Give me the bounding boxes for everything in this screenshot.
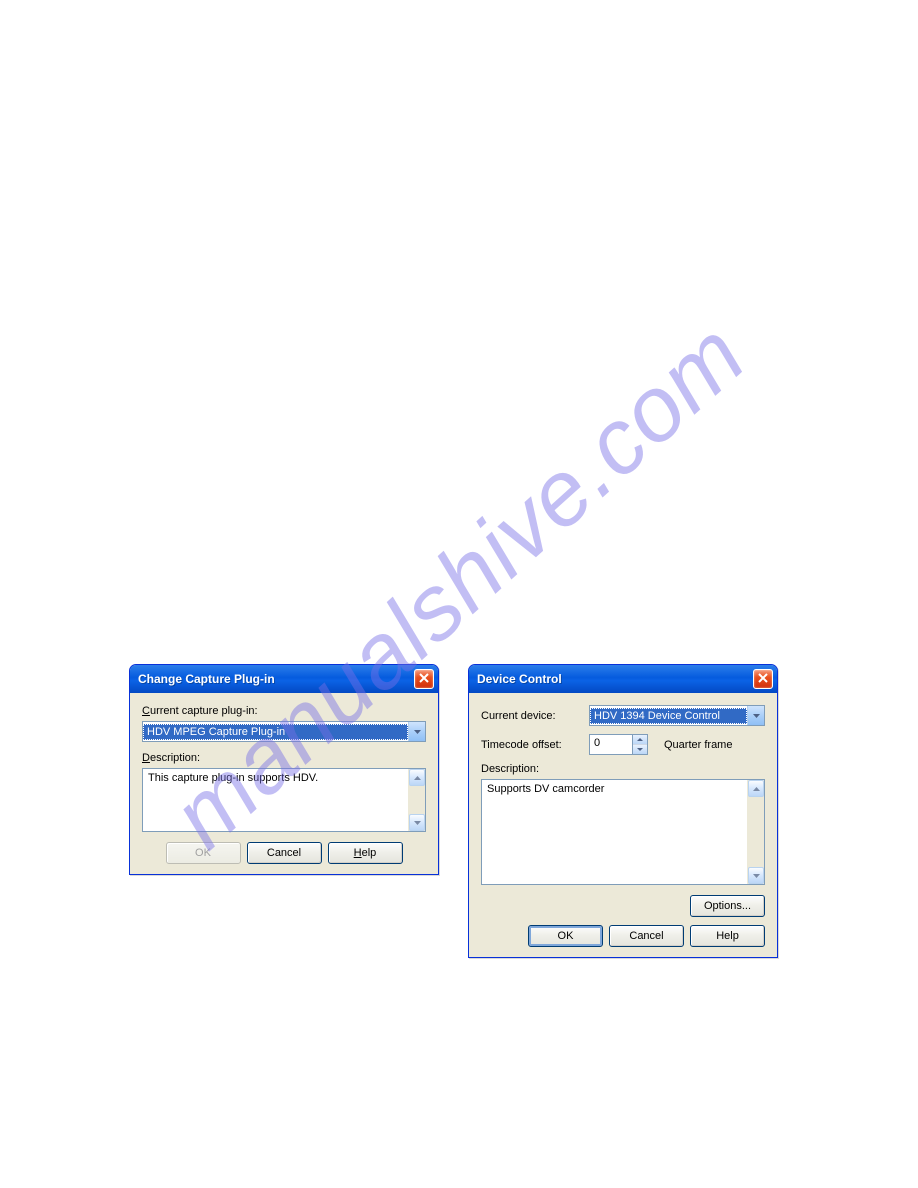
options-button[interactable]: Options...	[690, 895, 765, 917]
titlebar[interactable]: Change Capture Plug-in	[130, 665, 438, 693]
timecode-offset-value[interactable]: 0	[589, 734, 633, 755]
spin-down-icon[interactable]	[633, 745, 647, 754]
timecode-offset-label: Timecode offset:	[481, 739, 581, 751]
description-text: This capture plug-in supports HDV.	[143, 769, 408, 831]
dialog-title: Device Control	[477, 672, 562, 686]
description-textarea[interactable]: This capture plug-in supports HDV.	[142, 768, 426, 832]
ok-button[interactable]: OK	[528, 925, 603, 947]
description-text: Supports DV camcorder	[482, 780, 747, 884]
scroll-up-icon[interactable]	[748, 780, 764, 797]
current-plugin-label: Current capture plug-in:	[142, 705, 426, 717]
change-capture-plugin-dialog: Change Capture Plug-in Current capture p…	[129, 664, 439, 875]
description-label: Description:	[481, 763, 765, 775]
current-plugin-combo[interactable]: HDV MPEG Capture Plug-in	[142, 721, 426, 742]
close-icon	[419, 672, 429, 686]
current-device-combo[interactable]: HDV 1394 Device Control	[589, 705, 765, 726]
scroll-down-icon[interactable]	[409, 814, 425, 831]
combo-selected-text: HDV 1394 Device Control	[590, 708, 747, 724]
scroll-up-icon[interactable]	[409, 769, 425, 786]
cancel-button[interactable]: Cancel	[609, 925, 684, 947]
close-button[interactable]	[414, 669, 434, 689]
help-button[interactable]: Help	[328, 842, 403, 864]
chevron-down-icon[interactable]	[747, 706, 764, 725]
ok-button: OK	[166, 842, 241, 864]
close-button[interactable]	[753, 669, 773, 689]
timecode-unit-label: Quarter frame	[664, 739, 732, 751]
scroll-down-icon[interactable]	[748, 867, 764, 884]
timecode-offset-spinner[interactable]: 0	[589, 734, 648, 755]
cancel-button[interactable]: Cancel	[247, 842, 322, 864]
description-textarea[interactable]: Supports DV camcorder	[481, 779, 765, 885]
titlebar[interactable]: Device Control	[469, 665, 777, 693]
dialog-title: Change Capture Plug-in	[138, 672, 275, 686]
scrollbar[interactable]	[408, 769, 425, 831]
help-button[interactable]: Help	[690, 925, 765, 947]
current-device-label: Current device:	[481, 710, 581, 722]
device-control-dialog: Device Control Current device: HDV 1394 …	[468, 664, 778, 958]
spin-up-icon[interactable]	[633, 735, 647, 745]
combo-selected-text: HDV MPEG Capture Plug-in	[143, 724, 408, 740]
scrollbar[interactable]	[747, 780, 764, 884]
close-icon	[758, 672, 768, 686]
chevron-down-icon[interactable]	[408, 722, 425, 741]
description-label: Description:	[142, 752, 426, 764]
